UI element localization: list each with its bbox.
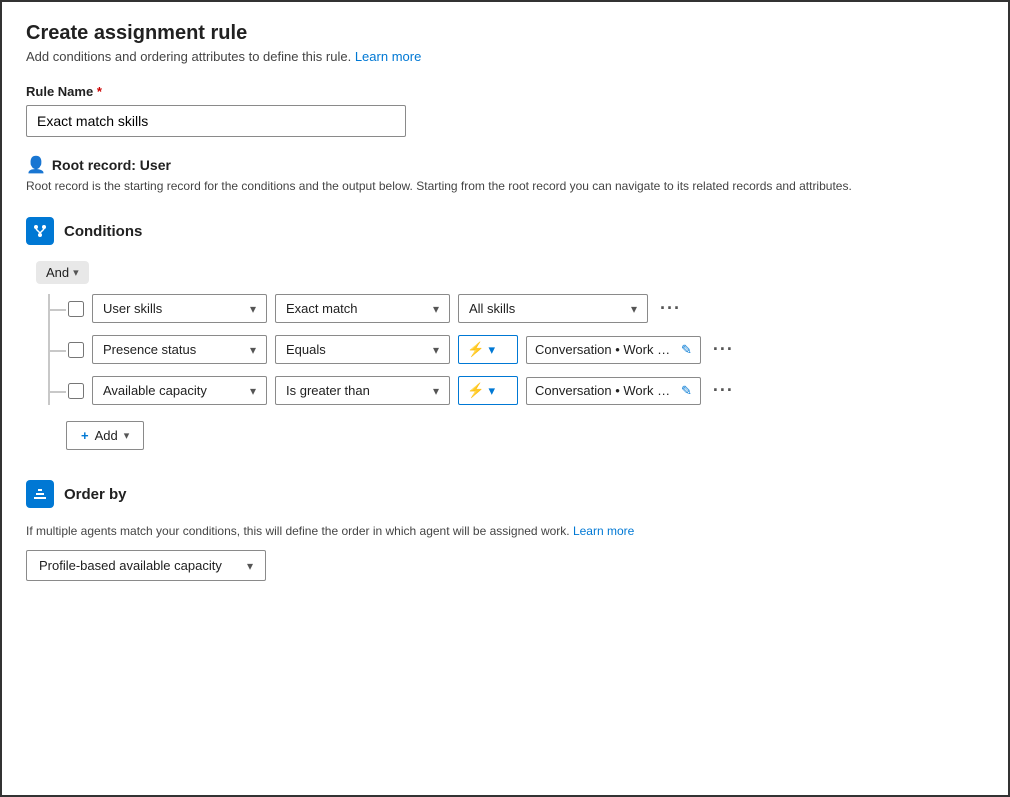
condition-checkbox-1[interactable]: [68, 301, 84, 317]
order-by-header: Order by: [26, 480, 984, 508]
edit-icon-3[interactable]: ✎: [681, 383, 692, 399]
lightning-icon-2: ⚡: [467, 341, 484, 358]
condition-field-dropdown-3[interactable]: Available capacity ▾: [92, 376, 267, 405]
condition-operator-dropdown-3[interactable]: Is greater than ▾: [275, 376, 450, 405]
operator-chevron-icon-3: ▾: [433, 384, 439, 398]
conditions-title: Conditions: [64, 223, 142, 240]
field-chevron-icon-1: ▾: [250, 302, 256, 316]
field-chevron-icon-3: ▾: [250, 384, 256, 398]
more-options-3[interactable]: ···: [709, 378, 738, 403]
rule-name-input[interactable]: [26, 105, 406, 137]
condition-lightning-btn-3[interactable]: ⚡ ▾: [458, 376, 518, 405]
more-options-2[interactable]: ···: [709, 337, 738, 362]
order-by-learn-more-link[interactable]: Learn more: [573, 524, 634, 538]
condition-rows: User skills ▾ Exact match ▾ All skills ▾…: [48, 294, 984, 405]
add-chevron-icon: ▾: [124, 429, 130, 442]
conditions-container: And ▾ User skills ▾ Exact match ▾ All sk…: [36, 261, 984, 450]
condition-lightning-btn-2[interactable]: ⚡ ▾: [458, 335, 518, 364]
condition-operator-dropdown-2[interactable]: Equals ▾: [275, 335, 450, 364]
order-by-chevron-icon: ▾: [247, 559, 253, 573]
more-options-1[interactable]: ···: [656, 296, 685, 321]
order-by-title: Order by: [64, 486, 127, 503]
condition-value-dropdown-1[interactable]: All skills ▾: [458, 294, 648, 323]
condition-checkbox-2[interactable]: [68, 342, 84, 358]
condition-field-dropdown-2[interactable]: Presence status ▾: [92, 335, 267, 364]
lightning-chevron-icon-3: ▾: [488, 383, 495, 399]
root-record-description: Root record is the starting record for t…: [26, 179, 984, 193]
condition-value-display-3: Conversation • Work Stream • Ca... ✎: [526, 377, 701, 405]
learn-more-link[interactable]: Learn more: [355, 49, 421, 64]
condition-value-display-2: Conversation • Work Stream • All... ✎: [526, 336, 701, 364]
operator-chevron-icon-2: ▾: [433, 343, 439, 357]
edit-icon-2[interactable]: ✎: [681, 342, 692, 358]
order-by-description: If multiple agents match your conditions…: [26, 524, 984, 538]
plus-icon: +: [81, 428, 89, 443]
page-title: Create assignment rule: [26, 22, 984, 45]
condition-operator-dropdown-1[interactable]: Exact match ▾: [275, 294, 450, 323]
field-chevron-icon-2: ▾: [250, 343, 256, 357]
condition-row: Presence status ▾ Equals ▾ ⚡ ▾ Conversat…: [48, 335, 984, 364]
and-chevron-icon: ▾: [73, 266, 79, 279]
lightning-icon-3: ⚡: [467, 382, 484, 399]
operator-chevron-icon-1: ▾: [433, 302, 439, 316]
order-by-section: Order by If multiple agents match your c…: [26, 480, 984, 581]
lightning-chevron-icon-2: ▾: [488, 342, 495, 358]
order-by-icon: [26, 480, 54, 508]
and-operator[interactable]: And ▾: [36, 261, 89, 284]
condition-field-dropdown-1[interactable]: User skills ▾: [92, 294, 267, 323]
order-by-dropdown[interactable]: Profile-based available capacity ▾: [26, 550, 266, 581]
condition-row: User skills ▾ Exact match ▾ All skills ▾…: [48, 294, 984, 323]
add-button[interactable]: + Add ▾: [66, 421, 144, 450]
value-chevron-icon-1: ▾: [631, 302, 637, 316]
conditions-section-header: Conditions: [26, 217, 984, 245]
rule-name-label: Rule Name *: [26, 84, 984, 99]
page-subtitle: Add conditions and ordering attributes t…: [26, 49, 984, 64]
condition-row: Available capacity ▾ Is greater than ▾ ⚡…: [48, 376, 984, 405]
user-icon: 👤: [26, 155, 46, 175]
conditions-icon: [26, 217, 54, 245]
root-record: 👤 Root record: User: [26, 155, 984, 175]
condition-checkbox-3[interactable]: [68, 383, 84, 399]
